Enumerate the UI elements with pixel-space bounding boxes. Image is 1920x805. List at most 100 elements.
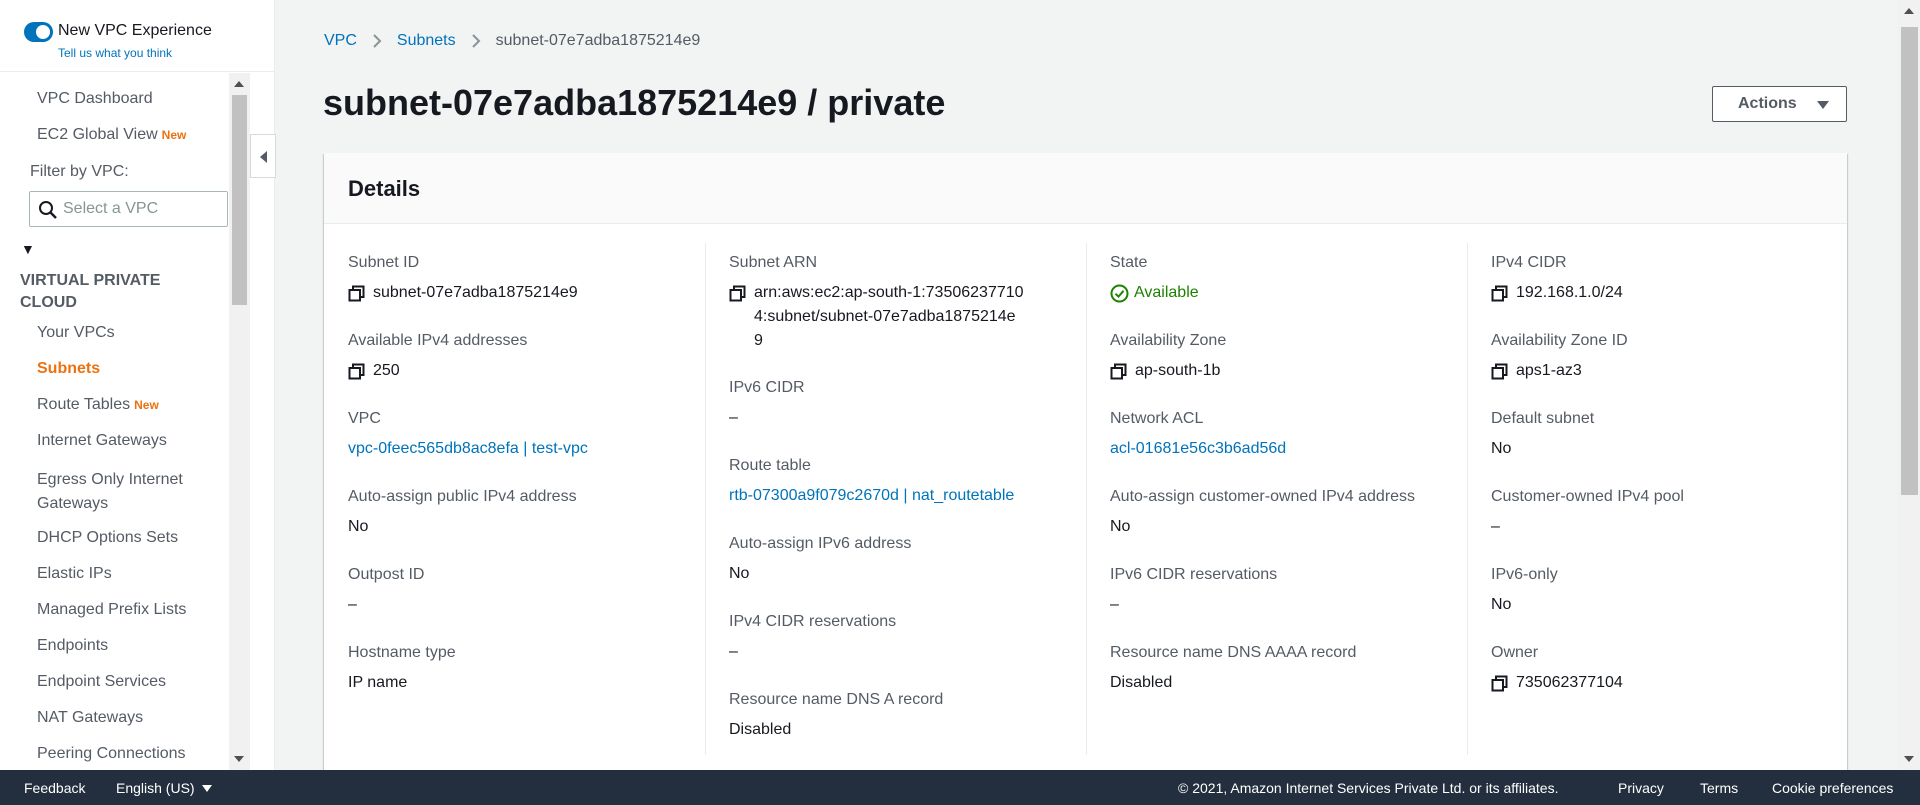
breadcrumb-subnets[interactable]: Subnets	[397, 32, 456, 50]
scroll-down-icon[interactable]	[1904, 756, 1914, 762]
field-value-text: aps1-az3	[1516, 362, 1582, 379]
field-label: Auto-assign public IPv4 address	[348, 488, 577, 505]
field-value-text: No	[1491, 440, 1512, 457]
field-value: ap-south-1b	[1110, 359, 1460, 383]
chevron-right-icon	[471, 34, 481, 48]
field-value-text: No	[1491, 596, 1512, 613]
sidebar-item-dhcp-options-sets[interactable]: DHCP Options Sets	[37, 529, 178, 547]
vpc-filter-select[interactable]	[29, 191, 228, 227]
sidebar-item-nat-gateways[interactable]: NAT Gateways	[37, 709, 143, 727]
scrollbar-thumb[interactable]	[1901, 27, 1918, 495]
field-availability-zone: Availability Zone ap-south-1b	[1110, 332, 1460, 383]
field-ipv4-cidr: IPv4 CIDR 192.168.1.0/24	[1491, 254, 1841, 305]
scrollbar-thumb[interactable]	[232, 95, 247, 305]
field-value[interactable]: rtb-07300a9f079c2670d | nat_routetable	[729, 484, 1079, 508]
field-owner: Owner 735062377104	[1491, 644, 1841, 695]
caret-down-icon[interactable]: ▼	[21, 241, 35, 257]
sidebar-header: New VPC Experience Tell us what you thin…	[0, 0, 274, 72]
field-ipv4-cidr-reservations: IPv4 CIDR reservations –	[729, 613, 1079, 664]
caret-down-icon	[201, 785, 212, 792]
copy-icon[interactable]	[1491, 675, 1508, 692]
caret-down-icon	[1817, 101, 1829, 109]
sidebar-item-managed-prefix-lists[interactable]: Managed Prefix Lists	[37, 601, 186, 619]
field-value[interactable]: vpc-0feec565db8ac8efa | test-vpc	[348, 437, 698, 461]
footer-terms-link[interactable]: Terms	[1700, 780, 1738, 796]
scroll-up-icon[interactable]	[234, 81, 244, 87]
page-title: subnet-07e7adba1875214e9 / private	[323, 82, 946, 123]
field-value-text: –	[1491, 518, 1500, 535]
field-subnet-id: Subnet ID subnet-07e7adba1875214e9	[348, 254, 698, 305]
field-label: IPv6 CIDR reservations	[1110, 566, 1278, 583]
success-check-icon	[1110, 284, 1129, 303]
sidebar-item-internet-gateways[interactable]: Internet Gateways	[37, 432, 167, 450]
field-value: 192.168.1.0/24	[1491, 281, 1841, 305]
scroll-down-icon[interactable]	[234, 756, 244, 762]
field-value: No	[729, 562, 1079, 586]
new-badge: New	[134, 398, 159, 412]
language-selector[interactable]: English (US)	[116, 780, 212, 796]
sidebar-item-peering-connections[interactable]: Peering Connections	[37, 745, 186, 763]
footer-cookie-preferences-link[interactable]: Cookie preferences	[1772, 780, 1893, 796]
footer: Feedback English (US) © 2021, Amazon Int…	[0, 770, 1920, 805]
copy-icon[interactable]	[348, 363, 365, 380]
field-value: IP name	[348, 671, 698, 695]
sidebar-item-vpc-dashboard[interactable]: VPC Dashboard	[37, 90, 153, 108]
feedback-link[interactable]: Tell us what you think	[58, 46, 172, 60]
sidebar-scrollbar[interactable]	[229, 73, 250, 770]
sidebar-item-route-tables[interactable]: Route Tables New	[37, 396, 159, 414]
field-value: Disabled	[1110, 671, 1460, 695]
sidebar-item-endpoints[interactable]: Endpoints	[37, 637, 108, 655]
collapse-sidebar-button[interactable]	[250, 134, 276, 178]
actions-button[interactable]: Actions	[1712, 86, 1847, 122]
field-value-text[interactable]: vpc-0feec565db8ac8efa | test-vpc	[348, 440, 588, 457]
breadcrumb-vpc[interactable]: VPC	[324, 32, 357, 50]
vpc-filter-input[interactable]	[63, 198, 223, 220]
footer-privacy-link[interactable]: Privacy	[1618, 780, 1664, 796]
field-value-text[interactable]: acl-01681e56c3b6ad56d	[1110, 440, 1286, 457]
field-ipv6-cidr-reservations: IPv6 CIDR reservations –	[1110, 566, 1460, 617]
field-available-ipv4-addresses: Available IPv4 addresses 250	[348, 332, 698, 383]
field-label: Availability Zone ID	[1491, 332, 1628, 349]
field-label: Subnet ID	[348, 254, 420, 271]
sidebar-item-elastic-ips[interactable]: Elastic IPs	[37, 565, 112, 583]
column-divider	[1467, 243, 1468, 755]
field-value: 250	[348, 359, 698, 383]
field-value-text[interactable]: rtb-07300a9f079c2670d | nat_routetable	[729, 487, 1014, 504]
copy-icon[interactable]	[729, 285, 746, 302]
field-label: Customer-owned IPv4 pool	[1491, 488, 1684, 505]
field-value-text: –	[1110, 596, 1119, 613]
field-route-table: Route table rtb-07300a9f079c2670d | nat_r…	[729, 457, 1079, 508]
field-label: Auto-assign customer-owned IPv4 address	[1110, 488, 1416, 505]
field-value: Disabled	[729, 718, 1079, 742]
copy-icon[interactable]	[348, 285, 365, 302]
field-value-text: ap-south-1b	[1135, 362, 1221, 379]
sidebar-item-endpoint-services[interactable]: Endpoint Services	[37, 673, 166, 691]
copy-icon[interactable]	[1491, 285, 1508, 302]
field-default-subnet: Default subnet No	[1491, 410, 1841, 461]
field-label: Auto-assign IPv6 address	[729, 535, 912, 552]
field-value: Available	[1110, 281, 1460, 305]
field-value[interactable]: acl-01681e56c3b6ad56d	[1110, 437, 1460, 461]
breadcrumb-current: subnet-07e7adba1875214e9	[495, 32, 701, 49]
sidebar-item-your-vpcs[interactable]: Your VPCs	[37, 324, 115, 342]
footer-feedback-link[interactable]: Feedback	[24, 780, 85, 796]
page-scrollbar[interactable]	[1898, 0, 1920, 770]
virtual-private-cloud-heading[interactable]: VIRTUAL PRIVATE CLOUD	[20, 270, 190, 314]
new-experience-label: New VPC Experience	[58, 22, 212, 39]
sidebar-item-subnets[interactable]: Subnets	[37, 360, 100, 378]
field-label: Availability Zone	[1110, 332, 1227, 349]
field-vpc: VPC vpc-0feec565db8ac8efa | test-vpc	[348, 410, 698, 461]
field-value: 735062377104	[1491, 671, 1841, 695]
scroll-up-icon[interactable]	[1904, 8, 1914, 14]
sidebar-item-ec2-global-view[interactable]: EC2 Global View New	[37, 126, 186, 144]
field-value: aps1-az3	[1491, 359, 1841, 383]
field-auto-assign-ipv6-address: Auto-assign IPv6 address No	[729, 535, 1079, 586]
field-label: State	[1110, 254, 1148, 271]
new-experience-toggle[interactable]	[24, 22, 53, 42]
sidebar-item-egress-only-internet-gateways[interactable]: Egress Only Internet Gateways	[37, 468, 207, 516]
field-value: No	[1491, 437, 1841, 461]
copy-icon[interactable]	[1491, 363, 1508, 380]
field-value-text: subnet-07e7adba1875214e9	[373, 284, 578, 301]
column-divider	[1086, 243, 1087, 755]
copy-icon[interactable]	[1110, 363, 1127, 380]
